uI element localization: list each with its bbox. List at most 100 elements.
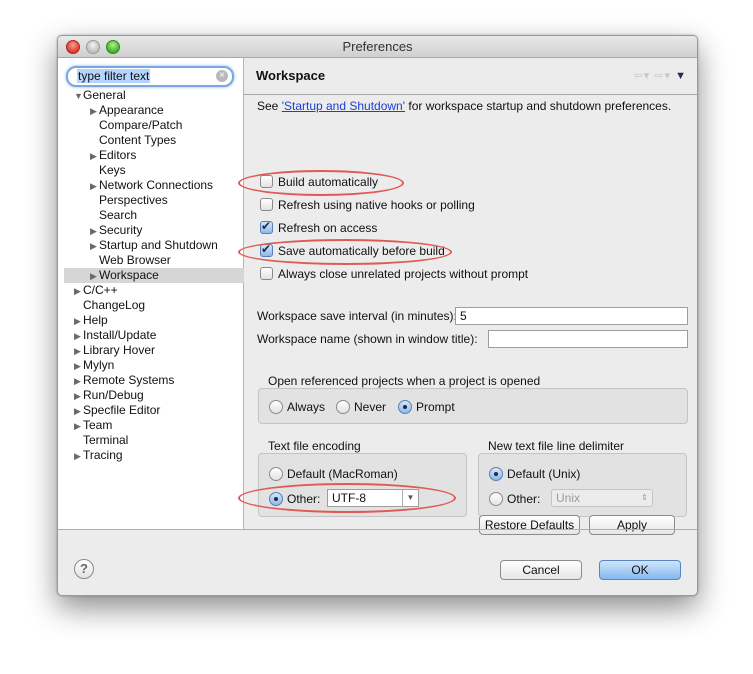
collapse-triangle-icon[interactable]: ▶ bbox=[90, 224, 99, 239]
tree-item-label: Install/Update bbox=[83, 328, 157, 342]
radio-always[interactable]: Always bbox=[269, 399, 325, 415]
radio-button[interactable] bbox=[269, 492, 283, 506]
tree-item[interactable]: ▶ Install/Update bbox=[58, 328, 156, 343]
tree-item-label: Team bbox=[83, 418, 113, 432]
tree-item[interactable]: ▶ Help bbox=[58, 313, 108, 328]
intro-prefix: See bbox=[257, 99, 282, 113]
collapse-triangle-icon[interactable]: ▶ bbox=[90, 104, 99, 119]
tree-item-label: Workspace bbox=[99, 268, 159, 282]
page-navigation: ⇦▾ ⇨▾ ▼ bbox=[633, 69, 687, 82]
tree-item-label: Run/Debug bbox=[83, 388, 144, 402]
tree-item[interactable]: ▶ Run/Debug bbox=[58, 388, 144, 403]
tree-item[interactable]: Web Browser bbox=[58, 253, 171, 268]
tree-item-label: Compare/Patch bbox=[99, 118, 183, 132]
tree-item[interactable]: ▼General bbox=[58, 88, 126, 103]
tree-item[interactable]: Terminal bbox=[58, 433, 128, 448]
checkbox-checked[interactable] bbox=[260, 218, 273, 234]
delimiter-default-radio[interactable]: Default (Unix) bbox=[489, 466, 580, 482]
combo-value: UTF-8 bbox=[332, 491, 366, 505]
tree-item[interactable]: Keys bbox=[58, 163, 126, 178]
radio-button[interactable] bbox=[336, 400, 350, 414]
collapse-triangle-icon[interactable]: ▶ bbox=[90, 149, 99, 164]
tree-item[interactable]: ▶ C/C++ bbox=[58, 283, 118, 298]
checkbox-row[interactable]: Refresh using native hooks or polling bbox=[260, 197, 475, 213]
tree-item[interactable]: ▶ Network Connections bbox=[58, 178, 213, 193]
tree-item[interactable]: Compare/Patch bbox=[58, 118, 182, 133]
encoding-other-radio[interactable]: Other: bbox=[269, 491, 320, 507]
tree-item[interactable]: ▶ Security bbox=[58, 223, 142, 238]
expand-triangle-icon[interactable]: ▼ bbox=[74, 89, 83, 104]
collapse-triangle-icon[interactable]: ▶ bbox=[74, 419, 83, 434]
workspace-name-label: Workspace name (shown in window title): bbox=[257, 332, 478, 346]
help-icon[interactable]: ? bbox=[74, 559, 94, 579]
tree-item[interactable]: ▶ Startup and Shutdown bbox=[58, 238, 218, 253]
radio-prompt[interactable]: Prompt bbox=[398, 399, 455, 415]
encoding-group: Default (MacRoman) Other: UTF-8 ▼ bbox=[258, 453, 467, 517]
window-title: Preferences bbox=[342, 39, 413, 54]
collapse-triangle-icon[interactable]: ▶ bbox=[74, 314, 83, 329]
tree-item-label: Network Connections bbox=[99, 178, 214, 192]
forward-arrow-icon[interactable]: ⇨▾ bbox=[654, 70, 671, 82]
filter-input[interactable]: type filter text × bbox=[66, 66, 234, 87]
collapse-triangle-icon[interactable]: ▶ bbox=[90, 179, 99, 194]
clear-filter-icon[interactable]: × bbox=[216, 70, 228, 82]
tree-item[interactable]: ▶ Library Hover bbox=[58, 343, 155, 358]
checkbox-unchecked[interactable] bbox=[260, 198, 273, 211]
tree-item[interactable]: ▶ Workspace bbox=[64, 268, 256, 283]
cancel-button[interactable]: Cancel bbox=[500, 560, 582, 580]
tree-item[interactable]: Content Types bbox=[58, 133, 176, 148]
checkbox-row[interactable]: Refresh on access bbox=[260, 218, 377, 236]
tree-item[interactable]: Perspectives bbox=[58, 193, 168, 208]
checkbox-row[interactable]: Build automatically bbox=[260, 174, 378, 190]
ok-button[interactable]: OK bbox=[599, 560, 681, 580]
tree-item[interactable]: ChangeLog bbox=[58, 298, 145, 313]
collapse-triangle-icon[interactable]: ▶ bbox=[74, 344, 83, 359]
collapse-triangle-icon[interactable]: ▶ bbox=[74, 284, 83, 299]
tree-item-label: Search bbox=[99, 208, 138, 222]
collapse-triangle-icon[interactable]: ▶ bbox=[74, 359, 83, 374]
tree-item[interactable]: Search bbox=[58, 208, 137, 223]
collapse-triangle-icon[interactable]: ▶ bbox=[74, 329, 83, 344]
encoding-combo[interactable]: UTF-8 ▼ bbox=[327, 489, 419, 507]
checkbox-row[interactable]: Save automatically before build bbox=[260, 241, 445, 259]
save-interval-label: Workspace save interval (in minutes): bbox=[257, 309, 457, 323]
radio-never[interactable]: Never bbox=[336, 399, 386, 415]
apply-button[interactable]: Apply bbox=[589, 515, 675, 535]
tree-item[interactable]: ▶ Tracing bbox=[58, 448, 123, 463]
dropdown-arrow-icon[interactable]: ▼ bbox=[402, 490, 418, 506]
workspace-name-input[interactable] bbox=[488, 330, 688, 348]
title-bar[interactable]: Preferences bbox=[58, 36, 697, 58]
tree-item[interactable]: ▶ Team bbox=[58, 418, 112, 433]
save-interval-input[interactable]: 5 bbox=[455, 307, 688, 325]
collapse-triangle-icon[interactable]: ▶ bbox=[74, 449, 83, 464]
tree-item[interactable]: ▶ Appearance bbox=[58, 103, 164, 118]
tree-item[interactable]: ▶ Remote Systems bbox=[58, 373, 174, 388]
intro-text: See 'Startup and Shutdown' for workspace… bbox=[257, 99, 671, 113]
checkbox-unchecked[interactable] bbox=[260, 267, 273, 280]
radio-button[interactable] bbox=[489, 492, 503, 506]
checkbox-checked[interactable] bbox=[260, 241, 273, 257]
radio-button[interactable] bbox=[398, 400, 412, 414]
tree-item-label: Help bbox=[83, 313, 108, 327]
collapse-triangle-icon[interactable]: ▶ bbox=[74, 374, 83, 389]
back-arrow-icon[interactable]: ⇦▾ bbox=[633, 70, 650, 82]
radio-button[interactable] bbox=[269, 400, 283, 414]
encoding-default-radio[interactable]: Default (MacRoman) bbox=[269, 466, 398, 482]
collapse-triangle-icon[interactable]: ▶ bbox=[74, 404, 83, 419]
startup-shutdown-link[interactable]: 'Startup and Shutdown' bbox=[282, 99, 405, 113]
collapse-triangle-icon[interactable]: ▶ bbox=[90, 269, 99, 284]
radio-button[interactable] bbox=[489, 467, 503, 481]
checkbox-unchecked[interactable] bbox=[260, 175, 273, 188]
radio-button[interactable] bbox=[269, 467, 283, 481]
collapse-triangle-icon[interactable]: ▶ bbox=[74, 389, 83, 404]
tree-item[interactable]: ▶ Specfile Editor bbox=[58, 403, 160, 418]
tree-item[interactable]: ▶ Editors bbox=[58, 148, 136, 163]
collapse-triangle-icon[interactable]: ▶ bbox=[90, 239, 99, 254]
filter-text[interactable]: type filter text bbox=[77, 69, 151, 83]
tree-item-label: Library Hover bbox=[83, 343, 156, 357]
tree-item[interactable]: ▶ Mylyn bbox=[58, 358, 114, 373]
view-menu-icon[interactable]: ▼ bbox=[675, 70, 687, 82]
delimiter-other-radio[interactable]: Other: bbox=[489, 491, 540, 507]
checkbox-row[interactable]: Always close unrelated projects without … bbox=[260, 266, 528, 282]
restore-defaults-button[interactable]: Restore Defaults bbox=[479, 515, 580, 535]
